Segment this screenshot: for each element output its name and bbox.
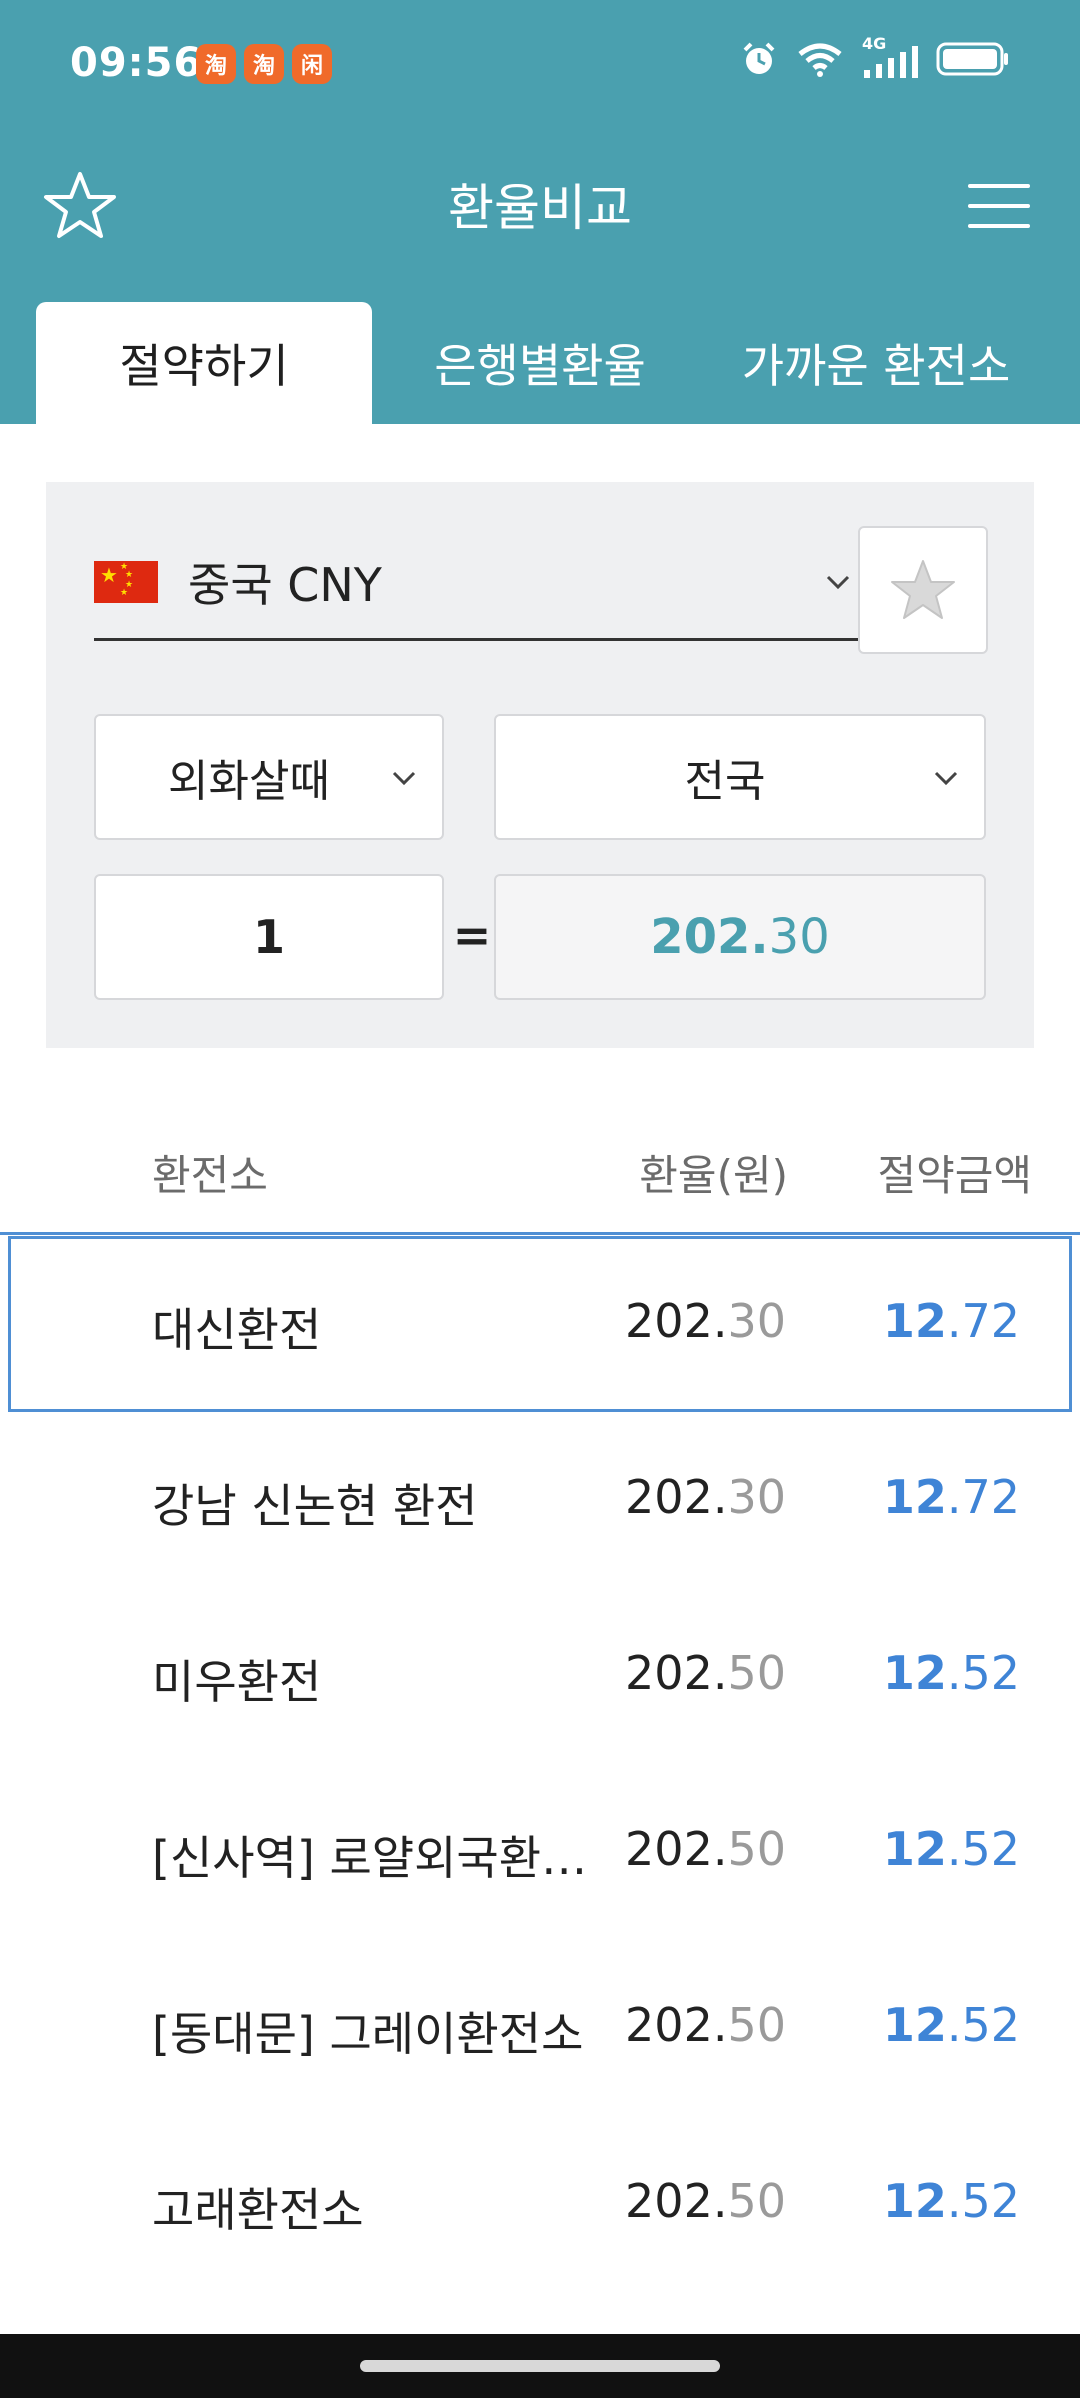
china-flag-icon: ★ ★ ★ ★ ★ bbox=[94, 561, 158, 603]
tab-nearby-exchange[interactable]: 가까운 환전소 bbox=[708, 302, 1044, 424]
list-item[interactable]: 강남 신논현 환전 202.30 12.72 bbox=[0, 1412, 1080, 1588]
saving-amount: 12.52 bbox=[882, 2174, 1020, 2228]
exchange-name: [신사역] 로얄외국환… bbox=[152, 1831, 588, 1885]
notification-icons: 淘 淘 闲 bbox=[196, 44, 332, 84]
status-icons: 4G bbox=[740, 34, 1010, 78]
list-item[interactable]: [신사역] 로얄외국환… 202.50 12.52 bbox=[0, 1764, 1080, 1940]
list-item[interactable]: [동대문] 그레이환전소 202.50 12.52 bbox=[0, 1940, 1080, 2116]
exchange-rate: 202.30 bbox=[625, 1294, 786, 1348]
region-label: 전국 bbox=[684, 756, 766, 807]
exchange-name: [동대문] 그레이환전소 bbox=[152, 2007, 584, 2061]
equals-sign: = bbox=[452, 908, 492, 962]
tab-bar: 절약하기 은행별환율 가까운 환전소 bbox=[36, 302, 1044, 424]
xianyu-app-icon: 闲 bbox=[292, 44, 332, 84]
status-bar: 09:56 淘 淘 闲 4G bbox=[0, 0, 1080, 130]
header-rate[interactable]: 환율(원) bbox=[639, 1142, 788, 1203]
exchange-rate: 202.50 bbox=[625, 2174, 786, 2228]
list-item[interactable]: 대신환전 202.30 12.72 bbox=[8, 1236, 1072, 1412]
saving-amount: 12.52 bbox=[882, 1646, 1020, 1700]
exchange-rate: 202.50 bbox=[625, 1998, 786, 2052]
region-select[interactable]: 전국 bbox=[494, 714, 986, 840]
star-icon bbox=[891, 560, 955, 619]
taobao-app-icon: 淘 bbox=[196, 44, 236, 84]
alarm-icon bbox=[743, 42, 775, 74]
chevron-down-icon bbox=[826, 575, 850, 590]
exchange-list: 대신환전 202.30 12.72 강남 신논현 환전 202.30 12.72… bbox=[0, 1236, 1080, 2292]
amount-input[interactable]: 1 bbox=[94, 874, 444, 1000]
exchange-name: 대신환전 bbox=[152, 1303, 322, 1357]
converter-card: ★ ★ ★ ★ ★ 중국 CNY 외화살때 전국 1 = 202. 30 bbox=[46, 482, 1034, 1048]
saving-amount: 12.72 bbox=[882, 1470, 1020, 1524]
exchange-name: 미우환전 bbox=[152, 1655, 322, 1709]
app-header: 09:56 淘 淘 闲 4G 환율비교 절약하기 은행별환율 가까운 환전소 bbox=[0, 0, 1080, 424]
cellular-signal: 4G bbox=[862, 34, 918, 78]
exchange-name: 강남 신논현 환전 bbox=[152, 1479, 478, 1533]
list-item[interactable]: 미우환전 202.50 12.52 bbox=[0, 1588, 1080, 1764]
list-item[interactable]: 고래환전소 202.50 12.52 bbox=[0, 2116, 1080, 2292]
taobao-app-icon: 淘 bbox=[244, 44, 284, 84]
header-saving[interactable]: 절약금액 bbox=[877, 1142, 1032, 1203]
tab-savings[interactable]: 절약하기 bbox=[36, 302, 372, 424]
converted-result: 202. 30 bbox=[494, 874, 986, 1000]
status-time: 09:56 bbox=[70, 40, 203, 86]
signal-icon bbox=[864, 46, 918, 78]
battery-icon bbox=[936, 42, 1008, 76]
exchange-rate: 202.30 bbox=[625, 1470, 786, 1524]
exchange-rate: 202.50 bbox=[625, 1822, 786, 1876]
result-integer: 202. bbox=[650, 909, 769, 965]
result-decimal: 30 bbox=[768, 909, 830, 965]
saving-amount: 12.52 bbox=[882, 1998, 1020, 2052]
system-nav-bar bbox=[0, 2334, 1080, 2398]
transaction-type-label: 외화살때 bbox=[168, 756, 330, 807]
favorite-currency-button[interactable] bbox=[858, 526, 988, 654]
page-title: 환율비교 bbox=[448, 179, 632, 237]
list-header: 환전소 환율(원) 절약금액 bbox=[0, 1110, 1080, 1235]
chevron-down-icon bbox=[392, 771, 416, 786]
currency-label: 중국 CNY bbox=[188, 558, 382, 612]
transaction-type-select[interactable]: 외화살때 bbox=[94, 714, 444, 840]
currency-select[interactable]: ★ ★ ★ ★ ★ 중국 CNY bbox=[94, 526, 874, 641]
exchange-rate: 202.50 bbox=[625, 1646, 786, 1700]
header-exchange-name[interactable]: 환전소 bbox=[152, 1142, 268, 1203]
exchange-name: 고래환전소 bbox=[152, 2183, 364, 2237]
tab-bank-rates[interactable]: 은행별환율 bbox=[372, 302, 708, 424]
saving-amount: 12.72 bbox=[882, 1294, 1020, 1348]
wifi-icon bbox=[798, 43, 842, 77]
hamburger-menu-icon[interactable] bbox=[968, 184, 1030, 228]
home-gesture-bar[interactable] bbox=[360, 2360, 720, 2372]
chevron-down-icon bbox=[934, 771, 958, 786]
saving-amount: 12.52 bbox=[882, 1822, 1020, 1876]
